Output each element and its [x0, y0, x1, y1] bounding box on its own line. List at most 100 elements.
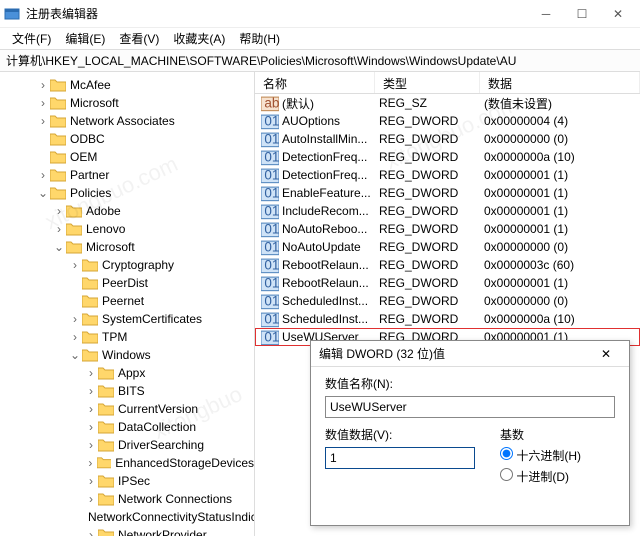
- tree-item-label: OEM: [70, 150, 97, 164]
- value-row[interactable]: 011DetectionFreq...REG_DWORD0x00000001 (…: [255, 166, 640, 184]
- expand-icon[interactable]: ›: [68, 312, 82, 326]
- tree-item[interactable]: › NetworkProvider: [0, 526, 254, 536]
- svg-text:011: 011: [264, 276, 279, 290]
- value-row[interactable]: 011AutoInstallMin...REG_DWORD0x00000000 …: [255, 130, 640, 148]
- expand-icon[interactable]: ›: [52, 204, 66, 218]
- tree-item[interactable]: ›Partner: [0, 166, 254, 184]
- close-button[interactable]: ✕: [600, 0, 636, 28]
- tree-item[interactable]: ›DriverSearching: [0, 436, 254, 454]
- tree-item-label: McAfee: [70, 78, 111, 92]
- tree-item[interactable]: Peernet: [0, 292, 254, 310]
- menu-favorites[interactable]: 收藏夹(A): [167, 28, 231, 49]
- tree-item[interactable]: ›Adobe: [0, 202, 254, 220]
- svg-text:011: 011: [264, 258, 279, 272]
- value-row[interactable]: 011NoAutoUpdateREG_DWORD0x00000000 (0): [255, 238, 640, 256]
- tree-item[interactable]: OEM: [0, 148, 254, 166]
- expand-icon[interactable]: ›: [84, 438, 98, 452]
- value-name: IncludeRecom...: [282, 204, 379, 218]
- tree-item-label: Appx: [118, 366, 145, 380]
- value-name-field[interactable]: [325, 396, 615, 418]
- tree-item[interactable]: ›DataCollection: [0, 418, 254, 436]
- tree-item[interactable]: ›Network Connections: [0, 490, 254, 508]
- value-type: REG_DWORD: [379, 312, 484, 326]
- dialog-close-button[interactable]: ✕: [591, 347, 621, 361]
- binary-icon: 011: [261, 312, 279, 326]
- tree-item[interactable]: ›BITS: [0, 382, 254, 400]
- expand-icon[interactable]: ›: [36, 96, 50, 110]
- value-row[interactable]: 011NoAutoReboo...REG_DWORD0x00000001 (1): [255, 220, 640, 238]
- tree-item[interactable]: ›TPM: [0, 328, 254, 346]
- value-row[interactable]: 011IncludeRecom...REG_DWORD0x00000001 (1…: [255, 202, 640, 220]
- tree-item[interactable]: ⌄Windows: [0, 346, 254, 364]
- expand-icon[interactable]: ›: [84, 402, 98, 416]
- expand-icon[interactable]: ›: [84, 384, 98, 398]
- tree-item[interactable]: ⌄Policies: [0, 184, 254, 202]
- tree-item[interactable]: › McAfee: [0, 76, 254, 94]
- menu-help[interactable]: 帮助(H): [233, 28, 286, 49]
- tree-item[interactable]: ›Microsoft: [0, 94, 254, 112]
- menu-view[interactable]: 查看(V): [113, 28, 165, 49]
- folder-icon: [66, 222, 82, 236]
- svg-text:011: 011: [264, 168, 279, 182]
- tree-item-label: Lenovo: [86, 222, 125, 236]
- value-data: 0x00000004 (4): [484, 114, 640, 128]
- expand-icon[interactable]: ›: [84, 456, 97, 470]
- value-data-field[interactable]: [325, 447, 475, 469]
- expand-icon[interactable]: ›: [84, 366, 98, 380]
- tree-item[interactable]: ›IPSec: [0, 472, 254, 490]
- value-name: DetectionFreq...: [282, 168, 379, 182]
- tree-item[interactable]: ›CurrentVersion: [0, 400, 254, 418]
- expand-icon[interactable]: ›: [84, 528, 98, 536]
- col-header-type[interactable]: 类型: [375, 72, 480, 93]
- tree-item[interactable]: › Lenovo: [0, 220, 254, 238]
- value-row[interactable]: 011EnableFeature...REG_DWORD0x00000001 (…: [255, 184, 640, 202]
- col-header-data[interactable]: 数据: [480, 72, 640, 93]
- minimize-button[interactable]: ─: [528, 0, 564, 28]
- tree-item[interactable]: › Appx: [0, 364, 254, 382]
- value-row[interactable]: 011AUOptionsREG_DWORD0x00000004 (4): [255, 112, 640, 130]
- value-type: REG_DWORD: [379, 240, 484, 254]
- tree-item[interactable]: ›SystemCertificates: [0, 310, 254, 328]
- expand-icon[interactable]: ›: [84, 474, 98, 488]
- expand-icon[interactable]: ›: [84, 420, 98, 434]
- value-row[interactable]: 011RebootRelaun...REG_DWORD0x00000001 (1…: [255, 274, 640, 292]
- value-row[interactable]: 011ScheduledInst...REG_DWORD0x0000000a (…: [255, 310, 640, 328]
- radio-dec[interactable]: 十进制(D): [500, 468, 581, 485]
- tree-item[interactable]: ⌄Microsoft: [0, 238, 254, 256]
- tree-item[interactable]: PeerDist: [0, 274, 254, 292]
- value-row[interactable]: 011RebootRelaun...REG_DWORD0x0000003c (6…: [255, 256, 640, 274]
- expand-icon[interactable]: ›: [36, 168, 50, 182]
- tree-item[interactable]: NetworkConnectivityStatusIndicator: [0, 508, 254, 526]
- radio-hex[interactable]: 十六进制(H): [500, 447, 581, 464]
- expand-icon[interactable]: ›: [52, 222, 66, 236]
- col-header-name[interactable]: 名称: [255, 72, 375, 93]
- value-row[interactable]: 011DetectionFreq...REG_DWORD0x0000000a (…: [255, 148, 640, 166]
- tree-pane[interactable]: › McAfee ›Microsoft›Network Associates ODB…: [0, 72, 255, 536]
- value-row[interactable]: 011ScheduledInst...REG_DWORD0x00000000 (…: [255, 292, 640, 310]
- value-row[interactable]: ab(默认)REG_SZ(数值未设置): [255, 94, 640, 112]
- svg-text:011: 011: [264, 114, 279, 128]
- tree-item[interactable]: ODBC: [0, 130, 254, 148]
- svg-text:011: 011: [264, 312, 279, 326]
- address-bar[interactable]: 计算机\HKEY_LOCAL_MACHINE\SOFTWARE\Policies…: [0, 50, 640, 72]
- expand-icon[interactable]: ⌄: [36, 186, 50, 200]
- expand-icon[interactable]: ⌄: [52, 240, 66, 254]
- expand-icon[interactable]: ›: [68, 258, 82, 272]
- folder-icon: [98, 402, 114, 416]
- expand-icon[interactable]: ⌄: [68, 348, 82, 362]
- titlebar: 注册表编辑器 ─ ☐ ✕: [0, 0, 640, 28]
- menu-file[interactable]: 文件(F): [6, 28, 57, 49]
- value-data-label: 数值数据(V):: [325, 426, 480, 443]
- tree-item[interactable]: ›Cryptography: [0, 256, 254, 274]
- expand-icon[interactable]: ›: [84, 492, 98, 506]
- tree-item[interactable]: ›Network Associates: [0, 112, 254, 130]
- menu-edit[interactable]: 编辑(E): [59, 28, 111, 49]
- tree-item-label: NetworkProvider: [118, 528, 207, 536]
- tree-item[interactable]: ›EnhancedStorageDevices: [0, 454, 254, 472]
- expand-icon[interactable]: ›: [68, 330, 82, 344]
- maximize-button[interactable]: ☐: [564, 0, 600, 28]
- expand-icon[interactable]: ›: [36, 78, 50, 92]
- folder-icon: [50, 114, 66, 128]
- expand-icon[interactable]: ›: [36, 114, 50, 128]
- value-data: 0x0000003c (60): [484, 258, 640, 272]
